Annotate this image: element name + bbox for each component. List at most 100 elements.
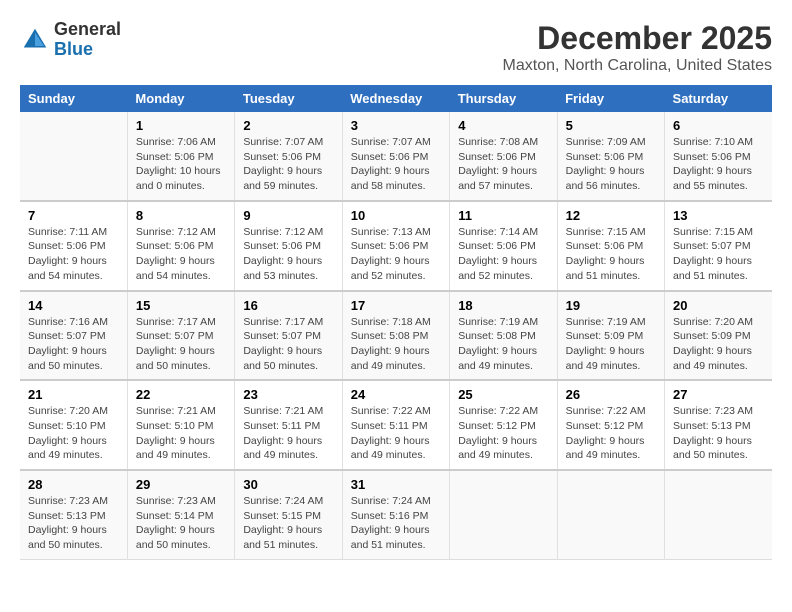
day-number: 31 (351, 477, 441, 492)
day-info: Sunrise: 7:22 AM Sunset: 5:12 PM Dayligh… (566, 404, 656, 463)
title-section: December 2025 Maxton, North Carolina, Un… (503, 20, 772, 75)
day-number: 9 (243, 208, 333, 223)
day-number: 21 (28, 387, 119, 402)
logo-text: General Blue (54, 20, 121, 60)
logo-icon (20, 25, 50, 55)
day-number: 25 (458, 387, 548, 402)
day-info: Sunrise: 7:15 AM Sunset: 5:06 PM Dayligh… (566, 225, 656, 284)
day-info: Sunrise: 7:21 AM Sunset: 5:10 PM Dayligh… (136, 404, 226, 463)
day-number: 12 (566, 208, 656, 223)
day-number: 30 (243, 477, 333, 492)
day-cell: 21 Sunrise: 7:20 AM Sunset: 5:10 PM Dayli… (20, 380, 127, 470)
page-header: General Blue December 2025 Maxton, North… (20, 20, 772, 75)
day-number: 11 (458, 208, 548, 223)
day-number: 8 (136, 208, 226, 223)
day-info: Sunrise: 7:11 AM Sunset: 5:06 PM Dayligh… (28, 225, 119, 284)
day-cell (450, 470, 557, 559)
day-cell: 17 Sunrise: 7:18 AM Sunset: 5:08 PM Dayli… (342, 291, 449, 381)
day-number: 16 (243, 298, 333, 313)
day-info: Sunrise: 7:13 AM Sunset: 5:06 PM Dayligh… (351, 225, 441, 284)
day-info: Sunrise: 7:23 AM Sunset: 5:14 PM Dayligh… (136, 494, 226, 553)
day-info: Sunrise: 7:20 AM Sunset: 5:09 PM Dayligh… (673, 315, 764, 374)
day-info: Sunrise: 7:10 AM Sunset: 5:06 PM Dayligh… (673, 135, 764, 194)
day-cell: 2Sunrise: 7:07 AM Sunset: 5:06 PM Daylig… (235, 112, 342, 201)
day-number: 29 (136, 477, 226, 492)
header-tuesday: Tuesday (235, 85, 342, 112)
day-info: Sunrise: 7:24 AM Sunset: 5:16 PM Dayligh… (351, 494, 441, 553)
day-cell: 28Sunrise: 7:23 AM Sunset: 5:13 PM Dayli… (20, 470, 127, 559)
header-wednesday: Wednesday (342, 85, 449, 112)
day-number: 28 (28, 477, 119, 492)
day-info: Sunrise: 7:06 AM Sunset: 5:06 PM Dayligh… (136, 135, 226, 194)
day-cell: 6Sunrise: 7:10 AM Sunset: 5:06 PM Daylig… (665, 112, 772, 201)
day-number: 14 (28, 298, 119, 313)
day-cell: 11Sunrise: 7:14 AM Sunset: 5:06 PM Dayli… (450, 201, 557, 291)
day-cell: 18Sunrise: 7:19 AM Sunset: 5:08 PM Dayli… (450, 291, 557, 381)
day-info: Sunrise: 7:17 AM Sunset: 5:07 PM Dayligh… (243, 315, 333, 374)
day-number: 15 (136, 298, 226, 313)
day-cell: 30 Sunrise: 7:24 AM Sunset: 5:15 PM Dayli… (235, 470, 342, 559)
day-info: Sunrise: 7:17 AM Sunset: 5:07 PM Dayligh… (136, 315, 226, 374)
day-info: Sunrise: 7:18 AM Sunset: 5:08 PM Dayligh… (351, 315, 441, 374)
day-info: Sunrise: 7:12 AM Sunset: 5:06 PM Dayligh… (243, 225, 333, 284)
day-info: Sunrise: 7:09 AM Sunset: 5:06 PM Dayligh… (566, 135, 656, 194)
day-cell: 31 Sunrise: 7:24 AM Sunset: 5:16 PM Dayli… (342, 470, 449, 559)
day-number: 26 (566, 387, 656, 402)
day-cell (20, 112, 127, 201)
day-cell: 29 Sunrise: 7:23 AM Sunset: 5:14 PM Dayli… (127, 470, 234, 559)
day-info: Sunrise: 7:19 AM Sunset: 5:09 PM Dayligh… (566, 315, 656, 374)
day-cell: 25Sunrise: 7:22 AM Sunset: 5:12 PM Dayli… (450, 380, 557, 470)
day-cell: 14 Sunrise: 7:16 AM Sunset: 5:07 PM Dayli… (20, 291, 127, 381)
day-cell: 12 Sunrise: 7:15 AM Sunset: 5:06 PM Dayli… (557, 201, 664, 291)
day-number: 7 (28, 208, 119, 223)
week-row-5: 28Sunrise: 7:23 AM Sunset: 5:13 PM Dayli… (20, 470, 772, 559)
day-number: 10 (351, 208, 441, 223)
day-number: 4 (458, 118, 548, 133)
day-cell: 4 Sunrise: 7:08 AM Sunset: 5:06 PM Daylig… (450, 112, 557, 201)
day-cell: 5 Sunrise: 7:09 AM Sunset: 5:06 PM Daylig… (557, 112, 664, 201)
day-info: Sunrise: 7:22 AM Sunset: 5:11 PM Dayligh… (351, 404, 441, 463)
day-info: Sunrise: 7:24 AM Sunset: 5:15 PM Dayligh… (243, 494, 333, 553)
day-cell: 23Sunrise: 7:21 AM Sunset: 5:11 PM Dayli… (235, 380, 342, 470)
logo-general: General (54, 19, 121, 39)
day-cell: 19Sunrise: 7:19 AM Sunset: 5:09 PM Dayli… (557, 291, 664, 381)
location: Maxton, North Carolina, United States (503, 57, 772, 75)
day-cell (557, 470, 664, 559)
day-number: 24 (351, 387, 441, 402)
header-thursday: Thursday (450, 85, 557, 112)
day-info: Sunrise: 7:07 AM Sunset: 5:06 PM Dayligh… (243, 135, 333, 194)
day-cell: 13 Sunrise: 7:15 AM Sunset: 5:07 PM Dayli… (665, 201, 772, 291)
week-row-2: 7 Sunrise: 7:11 AM Sunset: 5:06 PM Daylig… (20, 201, 772, 291)
day-cell: 10 Sunrise: 7:13 AM Sunset: 5:06 PM Dayli… (342, 201, 449, 291)
calendar-header-row: SundayMondayTuesdayWednesdayThursdayFrid… (20, 85, 772, 112)
calendar-table: SundayMondayTuesdayWednesdayThursdayFrid… (20, 85, 772, 560)
day-number: 3 (351, 118, 441, 133)
day-cell: 16 Sunrise: 7:17 AM Sunset: 5:07 PM Dayli… (235, 291, 342, 381)
day-cell: 20Sunrise: 7:20 AM Sunset: 5:09 PM Dayli… (665, 291, 772, 381)
day-number: 5 (566, 118, 656, 133)
day-cell: 15 Sunrise: 7:17 AM Sunset: 5:07 PM Dayli… (127, 291, 234, 381)
day-cell: 22 Sunrise: 7:21 AM Sunset: 5:10 PM Dayli… (127, 380, 234, 470)
day-cell: 3Sunrise: 7:07 AM Sunset: 5:06 PM Daylig… (342, 112, 449, 201)
day-info: Sunrise: 7:16 AM Sunset: 5:07 PM Dayligh… (28, 315, 119, 374)
day-cell: 9 Sunrise: 7:12 AM Sunset: 5:06 PM Daylig… (235, 201, 342, 291)
header-monday: Monday (127, 85, 234, 112)
day-info: Sunrise: 7:12 AM Sunset: 5:06 PM Dayligh… (136, 225, 226, 284)
day-number: 18 (458, 298, 548, 313)
day-cell: 8 Sunrise: 7:12 AM Sunset: 5:06 PM Daylig… (127, 201, 234, 291)
day-number: 23 (243, 387, 333, 402)
week-row-1: 1Sunrise: 7:06 AM Sunset: 5:06 PM Daylig… (20, 112, 772, 201)
day-cell: 7 Sunrise: 7:11 AM Sunset: 5:06 PM Daylig… (20, 201, 127, 291)
day-info: Sunrise: 7:20 AM Sunset: 5:10 PM Dayligh… (28, 404, 119, 463)
day-number: 27 (673, 387, 764, 402)
day-cell: 1Sunrise: 7:06 AM Sunset: 5:06 PM Daylig… (127, 112, 234, 201)
logo-blue: Blue (54, 39, 93, 59)
week-row-3: 14 Sunrise: 7:16 AM Sunset: 5:07 PM Dayli… (20, 291, 772, 381)
day-info: Sunrise: 7:15 AM Sunset: 5:07 PM Dayligh… (673, 225, 764, 284)
day-cell (665, 470, 772, 559)
day-info: Sunrise: 7:08 AM Sunset: 5:06 PM Dayligh… (458, 135, 548, 194)
day-number: 17 (351, 298, 441, 313)
day-number: 13 (673, 208, 764, 223)
month-title: December 2025 (503, 20, 772, 57)
day-number: 22 (136, 387, 226, 402)
